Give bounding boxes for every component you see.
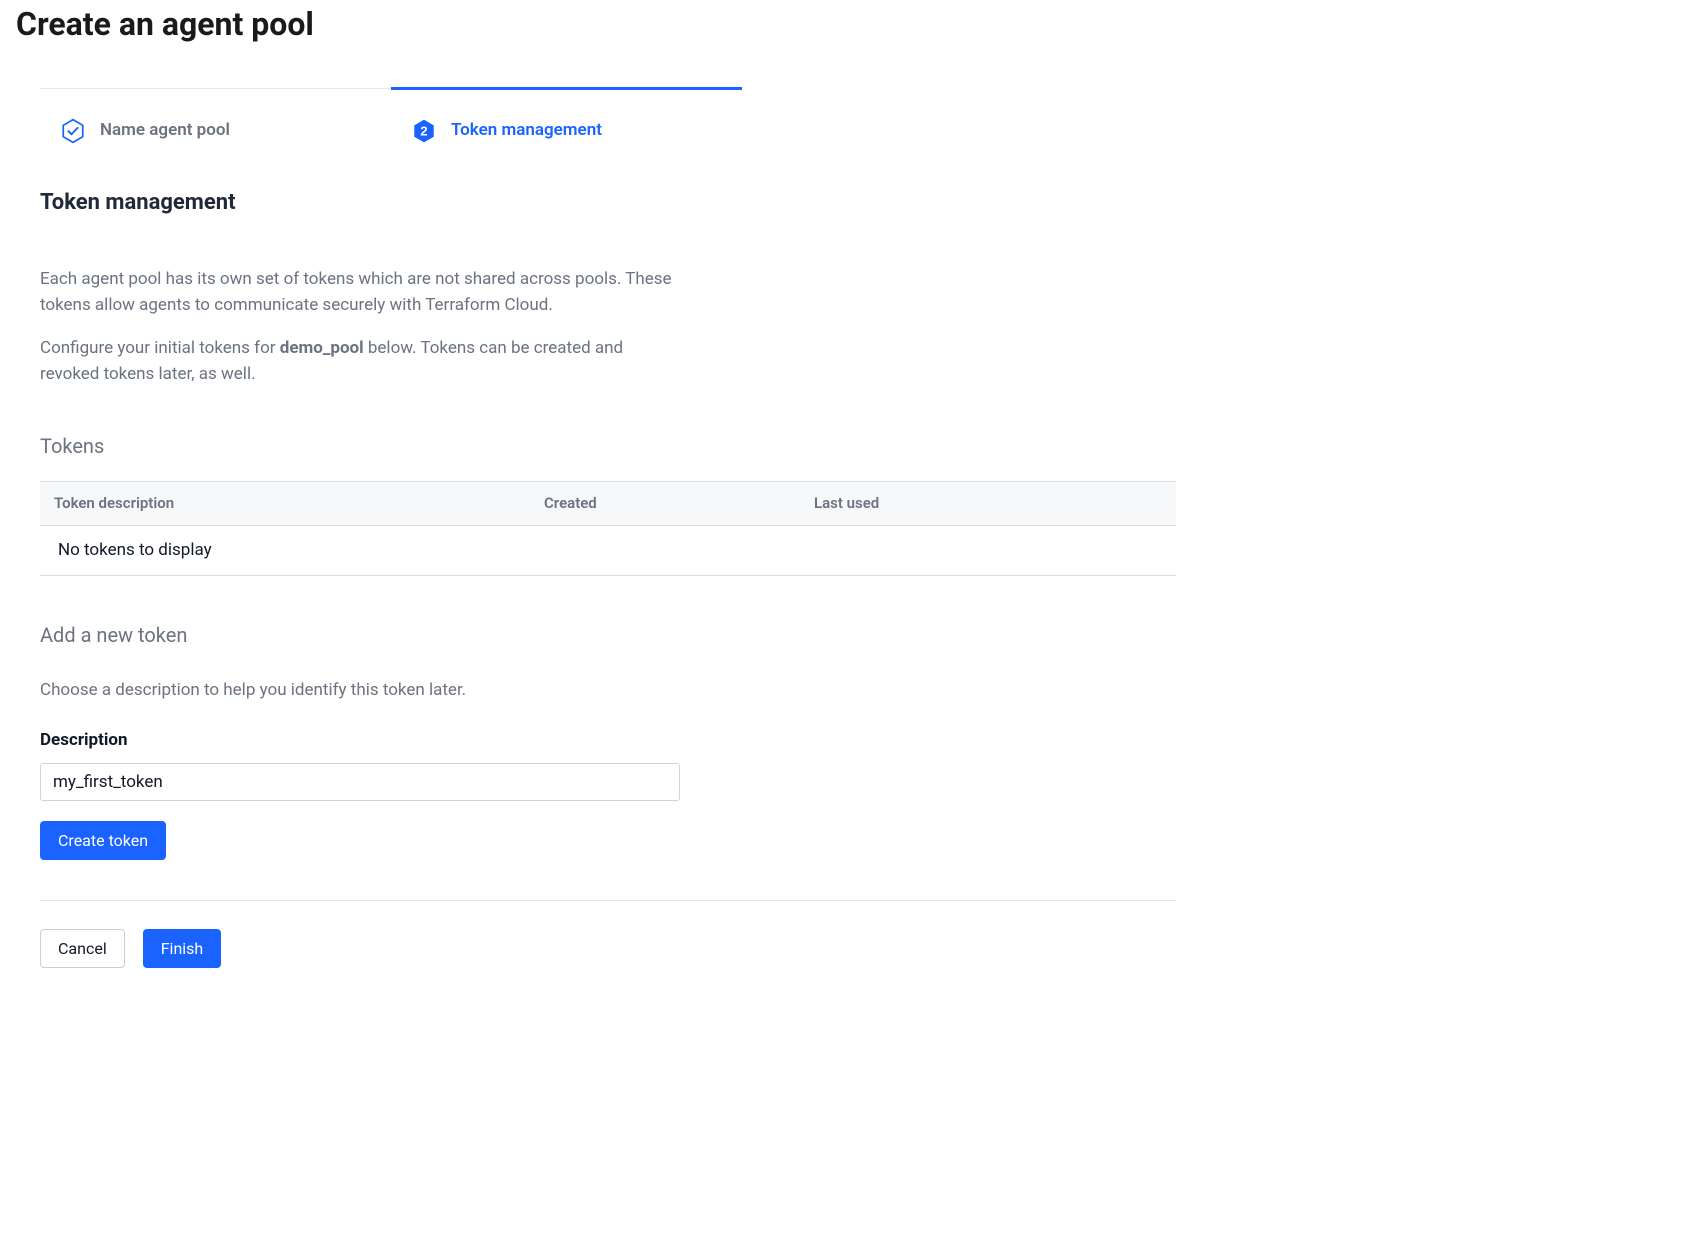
- footer-actions: Cancel Finish: [40, 929, 1176, 968]
- create-token-button[interactable]: Create token: [40, 821, 166, 860]
- step-label: Token management: [451, 118, 602, 144]
- stepper: Name agent pool 2 Token management: [40, 88, 742, 172]
- cancel-button[interactable]: Cancel: [40, 929, 125, 968]
- pool-name: demo_pool: [280, 338, 364, 358]
- divider: [40, 900, 1176, 901]
- finish-button[interactable]: Finish: [143, 929, 222, 968]
- svg-text:2: 2: [420, 123, 427, 138]
- section-heading: Token management: [40, 186, 1176, 219]
- tokens-table: Token description Created Last used No t…: [40, 481, 1176, 576]
- column-header-description: Token description: [54, 492, 544, 515]
- desc2-prefix: Configure your initial tokens for: [40, 338, 280, 358]
- tokens-heading: Tokens: [40, 431, 1176, 461]
- step-name-agent-pool[interactable]: Name agent pool: [40, 87, 391, 172]
- checkmark-hexagon-icon: [60, 118, 86, 144]
- add-token-heading: Add a new token: [40, 620, 1176, 650]
- description-label: Description: [40, 728, 1176, 754]
- description-input[interactable]: [40, 763, 680, 801]
- step-token-management[interactable]: 2 Token management: [391, 87, 742, 172]
- step-label: Name agent pool: [100, 118, 230, 144]
- column-header-created: Created: [544, 492, 814, 515]
- step-number-hexagon-icon: 2: [411, 118, 437, 144]
- add-token-help: Choose a description to help you identif…: [40, 678, 1176, 704]
- tokens-empty-message: No tokens to display: [40, 526, 1176, 577]
- section-description-1: Each agent pool has its own set of token…: [40, 267, 680, 318]
- page-title: Create an agent pool: [16, 0, 1680, 88]
- section-description-2: Configure your initial tokens for demo_p…: [40, 336, 680, 387]
- tokens-table-header: Token description Created Last used: [40, 482, 1176, 526]
- column-header-last-used: Last used: [814, 492, 1162, 515]
